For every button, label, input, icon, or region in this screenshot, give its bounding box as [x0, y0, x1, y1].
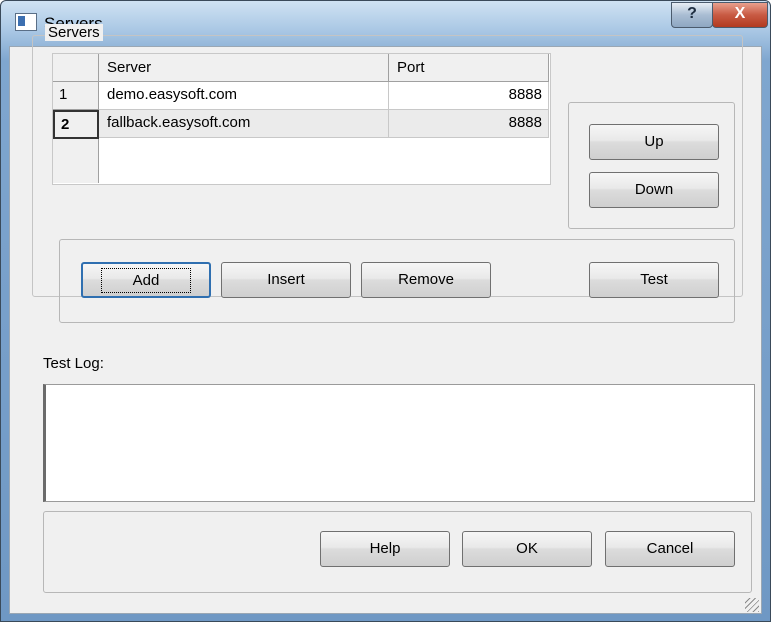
- row-header[interactable]: 1: [53, 82, 99, 110]
- server-cell[interactable]: fallback.easysoft.com: [99, 110, 389, 138]
- insert-button-label: Insert: [267, 271, 305, 288]
- column-header-server[interactable]: Server: [99, 54, 389, 82]
- grid-corner-header: [53, 54, 99, 82]
- test-log-textarea[interactable]: [43, 384, 755, 502]
- up-button-label: Up: [644, 133, 664, 150]
- test-log-label: Test Log:: [43, 355, 104, 372]
- row-header[interactable]: 2: [53, 110, 99, 139]
- server-cell[interactable]: demo.easysoft.com: [99, 82, 389, 110]
- port-cell[interactable]: 8888: [389, 110, 549, 138]
- test-button-label: Test: [640, 271, 668, 288]
- column-header-port[interactable]: Port: [389, 54, 549, 82]
- servers-grid[interactable]: Server Port 1 demo.easysoft.com 8888 2 f…: [52, 53, 551, 185]
- ok-button-label: OK: [516, 540, 538, 557]
- help-title-button[interactable]: ?: [671, 2, 713, 28]
- test-button[interactable]: Test: [589, 262, 719, 298]
- remove-button-label: Remove: [398, 271, 454, 288]
- ok-button[interactable]: OK: [462, 531, 592, 567]
- window-icon: [15, 13, 37, 31]
- help-button[interactable]: Help: [320, 531, 450, 567]
- remove-button[interactable]: Remove: [361, 262, 491, 298]
- resize-grip[interactable]: [745, 598, 759, 612]
- order-buttons-panel: [568, 102, 735, 229]
- add-button-label: Add: [100, 268, 192, 293]
- port-cell[interactable]: 8888: [389, 82, 549, 110]
- help-button-label: Help: [369, 540, 401, 557]
- cancel-button[interactable]: Cancel: [605, 531, 735, 567]
- servers-group-label: Servers: [45, 24, 103, 41]
- add-button[interactable]: Add: [81, 262, 211, 298]
- down-button-label: Down: [634, 181, 674, 198]
- down-button[interactable]: Down: [589, 172, 719, 208]
- up-button[interactable]: Up: [589, 124, 719, 160]
- insert-button[interactable]: Insert: [221, 262, 351, 298]
- close-button[interactable]: X: [712, 2, 768, 28]
- row-header-empty: [53, 139, 99, 183]
- cancel-button-label: Cancel: [646, 540, 694, 557]
